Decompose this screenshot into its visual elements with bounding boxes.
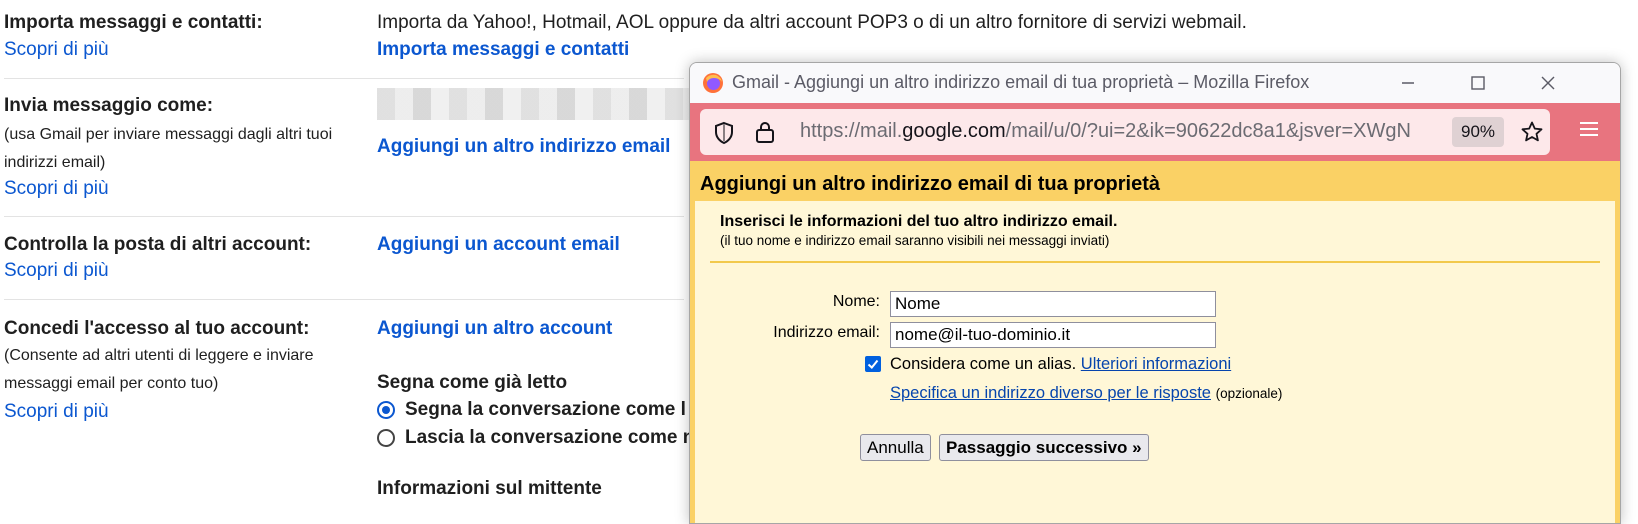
url-text[interactable]: https://mail.google.com/mail/u/0/?ui=2&i… [800, 120, 1445, 143]
zoom-level-button[interactable]: 90% [1452, 117, 1504, 147]
add-email-address-link[interactable]: Aggiungi un altro indirizzo email [377, 136, 670, 158]
leave-unread-radio-option[interactable]: Lascia la conversazione come n [377, 426, 694, 450]
import-description: Importa da Yahoo!, Hotmail, AOL oppure d… [377, 12, 1247, 33]
dialog-intro: Inserisci le informazioni del tuo altro … [720, 213, 1118, 230]
cancel-button[interactable]: Annulla [860, 434, 931, 461]
reply-address-row: Specifica un indirizzo diverso per le ri… [890, 384, 1282, 403]
firefox-logo-icon [703, 73, 723, 93]
minimize-button[interactable] [1390, 69, 1426, 97]
import-messages-link[interactable]: Importa messaggi e contatti [377, 39, 629, 61]
maximize-button[interactable] [1460, 69, 1496, 97]
email-label: Indirizzo email: [773, 324, 880, 341]
alias-checkbox[interactable] [865, 356, 881, 372]
grant-access-description: (Consente ad altri utenti di leggere e i… [4, 347, 314, 392]
optional-note: (opzionale) [1215, 386, 1283, 401]
import-label: Importa messaggi e contatti: [4, 12, 263, 33]
checkmark-icon [867, 359, 879, 369]
firefox-popup-window: Gmail - Aggiungi un altro indirizzo emai… [689, 62, 1621, 524]
window-title: Gmail - Aggiungi un altro indirizzo emai… [732, 72, 1310, 92]
import-learn-more-link[interactable]: Scopri di più [4, 39, 109, 61]
learn-more-link[interactable]: Ulteriori informazioni [1081, 355, 1231, 373]
check-mail-learn-more-link[interactable]: Scopri di più [4, 260, 109, 282]
radio-unselected-icon[interactable] [377, 429, 395, 447]
send-as-learn-more-link[interactable]: Scopri di più [4, 178, 109, 200]
dialog-body: Inserisci le informazioni del tuo altro … [695, 201, 1615, 523]
name-input[interactable] [890, 291, 1216, 317]
navigation-toolbar: https://mail.google.com/mail/u/0/?ui=2&i… [690, 103, 1620, 161]
mark-read-radio-option[interactable]: Segna la conversazione come l [377, 398, 686, 422]
radio-label: Segna la conversazione come l [405, 399, 686, 420]
alias-label-row: Considera come un alias. Ulteriori infor… [890, 355, 1231, 374]
window-titlebar[interactable]: Gmail - Aggiungi un altro indirizzo emai… [690, 63, 1620, 103]
name-label: Nome: [832, 293, 880, 310]
grant-access-learn-more-link[interactable]: Scopri di più [4, 401, 109, 423]
lock-icon[interactable] [754, 120, 776, 144]
add-address-dialog: Aggiungi un altro indirizzo email di tua… [690, 161, 1620, 523]
mark-read-heading: Segna come già letto [377, 372, 568, 393]
different-reply-address-link[interactable]: Specifica un indirizzo diverso per le ri… [890, 384, 1211, 402]
dialog-intro-sub: (il tuo nome e indirizzo email saranno v… [720, 233, 1110, 248]
url-prefix: https://mail. [800, 120, 903, 142]
close-icon [1541, 76, 1555, 90]
divider [4, 216, 684, 217]
check-mail-label: Controlla la posta di altri account: [4, 234, 312, 255]
add-another-account-link[interactable]: Aggiungi un altro account [377, 318, 612, 340]
radio-label: Lascia la conversazione come n [405, 427, 695, 448]
url-domain: google.com [902, 120, 1006, 142]
send-as-description: (usa Gmail per inviare messaggi dagli al… [4, 126, 333, 171]
minimize-icon [1402, 82, 1414, 84]
grant-access-label: Concedi l'accesso al tuo account: [4, 318, 310, 339]
sender-info-heading: Informazioni sul mittente [377, 478, 602, 499]
tracking-protection-shield-icon[interactable] [712, 121, 736, 145]
bookmark-star-icon[interactable] [1520, 120, 1544, 144]
add-mail-account-link[interactable]: Aggiungi un account email [377, 234, 620, 256]
close-button[interactable] [1530, 69, 1566, 97]
radio-selected-icon[interactable] [377, 401, 395, 419]
redacted-address [377, 88, 697, 120]
url-path: /mail/u/0/?ui=2&ik=90622dc8a1&jsver=XWgN [1005, 120, 1411, 142]
address-bar[interactable]: https://mail.google.com/mail/u/0/?ui=2&i… [700, 109, 1550, 155]
dialog-title: Aggiungi un altro indirizzo email di tua… [700, 173, 1161, 195]
send-as-label: Invia messaggio come: [4, 95, 214, 116]
divider [4, 299, 684, 300]
next-step-button[interactable]: Passaggio successivo » [939, 434, 1149, 461]
email-input[interactable] [890, 322, 1216, 348]
divider [4, 78, 684, 79]
maximize-icon [1471, 76, 1485, 90]
alias-label: Considera come un alias. [890, 355, 1077, 373]
hamburger-menu-icon[interactable] [1578, 119, 1600, 139]
dialog-divider [710, 261, 1600, 263]
